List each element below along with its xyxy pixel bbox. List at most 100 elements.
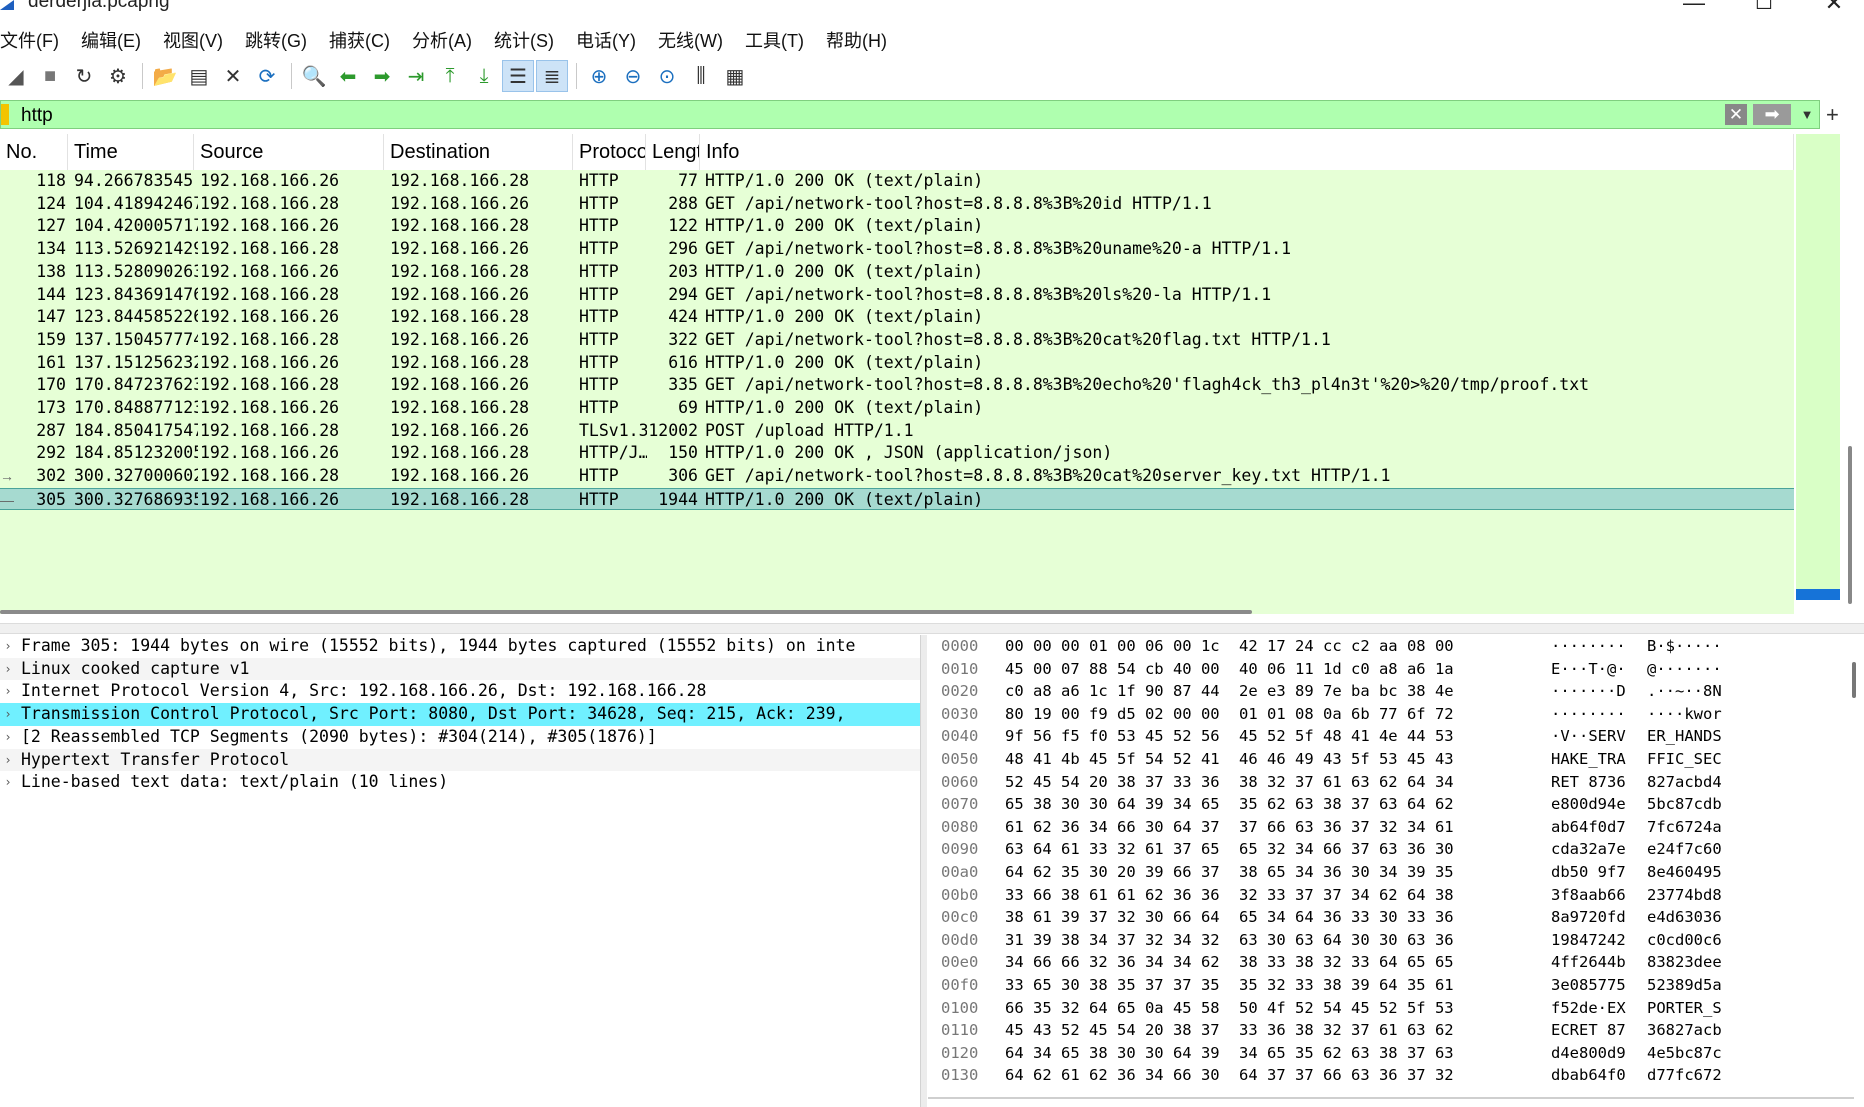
ascii-bytes[interactable]: FFIC_SEC — [1647, 748, 1722, 771]
ascii-bytes[interactable]: ·V··SERV — [1551, 725, 1626, 748]
column-header-3[interactable]: Destination — [384, 134, 573, 170]
go-last-icon[interactable]: ⤓ — [468, 60, 500, 92]
byte-offset[interactable]: 0090 — [941, 838, 978, 861]
column-header-0[interactable]: No. — [0, 134, 68, 170]
detail-tree-item[interactable]: › Internet Protocol Version 4, Src: 192.1… — [0, 680, 920, 703]
packet-row[interactable]: 159 137.150457774 192.168.166.28 192.168.16… — [0, 329, 1794, 352]
byte-offset[interactable]: 0100 — [941, 997, 978, 1020]
packet-row[interactable]: 127 104.420005717 192.168.166.26 192.168.16… — [0, 215, 1794, 238]
byte-offset[interactable]: 00a0 — [941, 861, 978, 884]
menu-item-10[interactable]: 帮助(H) — [826, 27, 887, 53]
menu-item-5[interactable]: 分析(A) — [412, 27, 472, 53]
go-first-icon[interactable]: ⤒ — [434, 60, 466, 92]
filter-bookmark-icon[interactable] — [1, 104, 9, 125]
detail-tree-item[interactable]: › Transmission Control Protocol, Src Port… — [0, 703, 920, 726]
save-file-icon[interactable]: ▤ — [183, 60, 215, 92]
ascii-bytes[interactable]: 3e085775 — [1551, 974, 1626, 997]
zoom-in-icon[interactable]: ⊕ — [583, 60, 615, 92]
ascii-bytes[interactable]: HAKE_TRA — [1551, 748, 1626, 771]
hex-bytes[interactable]: 32 33 37 37 34 62 64 38 — [1239, 884, 1454, 907]
byte-offset[interactable]: 0070 — [941, 793, 978, 816]
go-to-packet-icon[interactable]: ⇥ — [400, 60, 432, 92]
column-header-1[interactable]: Time — [68, 134, 194, 170]
menu-item-3[interactable]: 跳转(G) — [245, 27, 307, 53]
hex-bytes[interactable]: 34 65 35 62 63 38 37 63 — [1239, 1042, 1454, 1065]
maximize-button[interactable]: ☐ — [1744, 0, 1784, 15]
packet-row[interactable]: → 302 300.327000602 192.168.166.28 192.168.1… — [0, 465, 1794, 488]
hex-bytes[interactable]: 50 4f 52 54 45 52 5f 53 — [1239, 997, 1454, 1020]
column-header-5[interactable]: Lengt — [646, 134, 700, 170]
packet-row[interactable]: 292 184.851232005 192.168.166.26 192.168.16… — [0, 442, 1794, 465]
resize-columns-icon[interactable]: ⫼ — [685, 60, 717, 92]
ascii-bytes[interactable]: 5bc87cdb — [1647, 793, 1722, 816]
hex-bytes[interactable]: 61 62 36 34 66 30 64 37 — [1005, 816, 1220, 839]
hex-bytes[interactable]: 33 65 30 38 35 37 37 35 — [1005, 974, 1220, 997]
hex-bytes[interactable]: 45 43 52 45 54 20 38 37 — [1005, 1019, 1220, 1042]
autoscroll-icon[interactable]: ☰ — [502, 60, 534, 92]
packet-list-vertical-scrollbar[interactable] — [1848, 446, 1852, 604]
clear-filter-icon[interactable]: ✕ — [1725, 104, 1747, 125]
hex-bytes[interactable]: 37 66 63 36 37 32 34 61 — [1239, 816, 1454, 839]
detail-tree-item[interactable]: › Linux cooked capture v1 — [0, 657, 920, 681]
column-header-4[interactable]: Protoco — [573, 134, 646, 170]
detail-tree-item[interactable]: › [2 Reassembled TCP Segments (2090 bytes… — [0, 726, 920, 749]
apply-filter-icon[interactable]: ➡ — [1753, 104, 1791, 125]
packet-list-minimap[interactable] — [1796, 134, 1840, 600]
ascii-bytes[interactable]: 4e5bc87c — [1647, 1042, 1722, 1065]
hex-bytes[interactable]: 34 66 66 32 36 34 34 62 — [1005, 951, 1220, 974]
ascii-bytes[interactable]: 23774bd8 — [1647, 884, 1722, 907]
expand-arrow-icon[interactable]: › — [0, 658, 16, 681]
ascii-bytes[interactable]: ECRET 87 — [1551, 1019, 1626, 1042]
detail-tree-item[interactable]: › Line-based text data: text/plain (10 li… — [0, 771, 920, 794]
ascii-bytes[interactable]: RET 8736 — [1551, 771, 1626, 794]
hex-bytes[interactable]: 64 62 61 62 36 34 66 30 — [1005, 1064, 1220, 1087]
bytes-horizontal-scrollbar[interactable] — [928, 1097, 1854, 1099]
byte-offset[interactable]: 00d0 — [941, 929, 978, 952]
byte-offset[interactable]: 0120 — [941, 1042, 978, 1065]
hex-bytes[interactable]: 65 38 30 30 64 39 34 65 — [1005, 793, 1220, 816]
ascii-bytes[interactable]: PORTER_S — [1647, 997, 1722, 1020]
ascii-bytes[interactable]: ER_HANDS — [1647, 725, 1722, 748]
byte-offset[interactable]: 00e0 — [941, 951, 978, 974]
byte-offset[interactable]: 0030 — [941, 703, 978, 726]
expand-arrow-icon[interactable]: › — [0, 726, 16, 749]
column-header-6[interactable]: Info — [700, 134, 1794, 170]
hex-bytes[interactable]: 38 61 39 37 32 30 66 64 — [1005, 906, 1220, 929]
hex-bytes[interactable]: 35 62 63 38 37 63 64 62 — [1239, 793, 1454, 816]
go-forward-icon[interactable]: ➡ — [366, 60, 398, 92]
ascii-bytes[interactable]: e4d63036 — [1647, 906, 1722, 929]
column-header-2[interactable]: Source — [194, 134, 384, 170]
hex-bytes[interactable]: 38 32 37 61 63 62 64 34 — [1239, 771, 1454, 794]
close-button[interactable]: ✕ — [1814, 0, 1854, 16]
expand-arrow-icon[interactable]: › — [0, 771, 16, 794]
detail-tree-item[interactable]: › Frame 305: 1944 bytes on wire (15552 bi… — [0, 635, 920, 658]
ascii-bytes[interactable]: d4e800d9 — [1551, 1042, 1626, 1065]
ascii-bytes[interactable]: B·$····· — [1647, 635, 1722, 658]
ascii-bytes[interactable]: e800d94e — [1551, 793, 1626, 816]
packet-row[interactable]: 138 113.528090263 192.168.166.26 192.168.16… — [0, 261, 1794, 284]
byte-offset[interactable]: 00b0 — [941, 884, 978, 907]
menu-item-2[interactable]: 视图(V) — [163, 27, 223, 53]
ascii-bytes[interactable]: f52de·EX — [1551, 997, 1626, 1020]
restart-capture-icon[interactable]: ↻ — [68, 60, 100, 92]
hex-bytes[interactable]: 45 52 5f 48 41 4e 44 53 — [1239, 725, 1454, 748]
menu-item-6[interactable]: 统计(S) — [494, 27, 554, 53]
layout-icon[interactable]: ▦ — [719, 60, 751, 92]
hex-bytes[interactable]: 33 66 38 61 61 62 36 36 — [1005, 884, 1220, 907]
hex-bytes[interactable]: 42 17 24 cc c2 aa 08 00 — [1239, 635, 1454, 658]
hex-bytes[interactable]: 63 64 61 33 32 61 37 65 — [1005, 838, 1220, 861]
packet-row[interactable]: 134 113.526921429 192.168.166.28 192.168.16… — [0, 238, 1794, 261]
byte-offset[interactable]: 0080 — [941, 816, 978, 839]
hex-bytes[interactable]: 9f 56 f5 f0 53 45 52 56 — [1005, 725, 1220, 748]
open-file-icon[interactable]: 📂 — [149, 60, 181, 92]
expand-arrow-icon[interactable]: › — [0, 749, 16, 772]
ascii-bytes[interactable]: e24f7c60 — [1647, 838, 1722, 861]
ascii-bytes[interactable]: db50 9f7 — [1551, 861, 1626, 884]
filter-history-dropdown-icon[interactable]: ▼ — [1797, 104, 1817, 125]
stop-capture-icon[interactable]: ■ — [34, 60, 66, 92]
ascii-bytes[interactable]: 3f8aab66 — [1551, 884, 1626, 907]
add-filter-button-icon[interactable]: + — [1826, 100, 1839, 129]
hex-bytes[interactable]: 65 34 64 36 33 30 33 36 — [1239, 906, 1454, 929]
hex-bytes[interactable]: 48 41 4b 45 5f 54 52 41 — [1005, 748, 1220, 771]
ascii-bytes[interactable]: ·······D — [1551, 680, 1626, 703]
